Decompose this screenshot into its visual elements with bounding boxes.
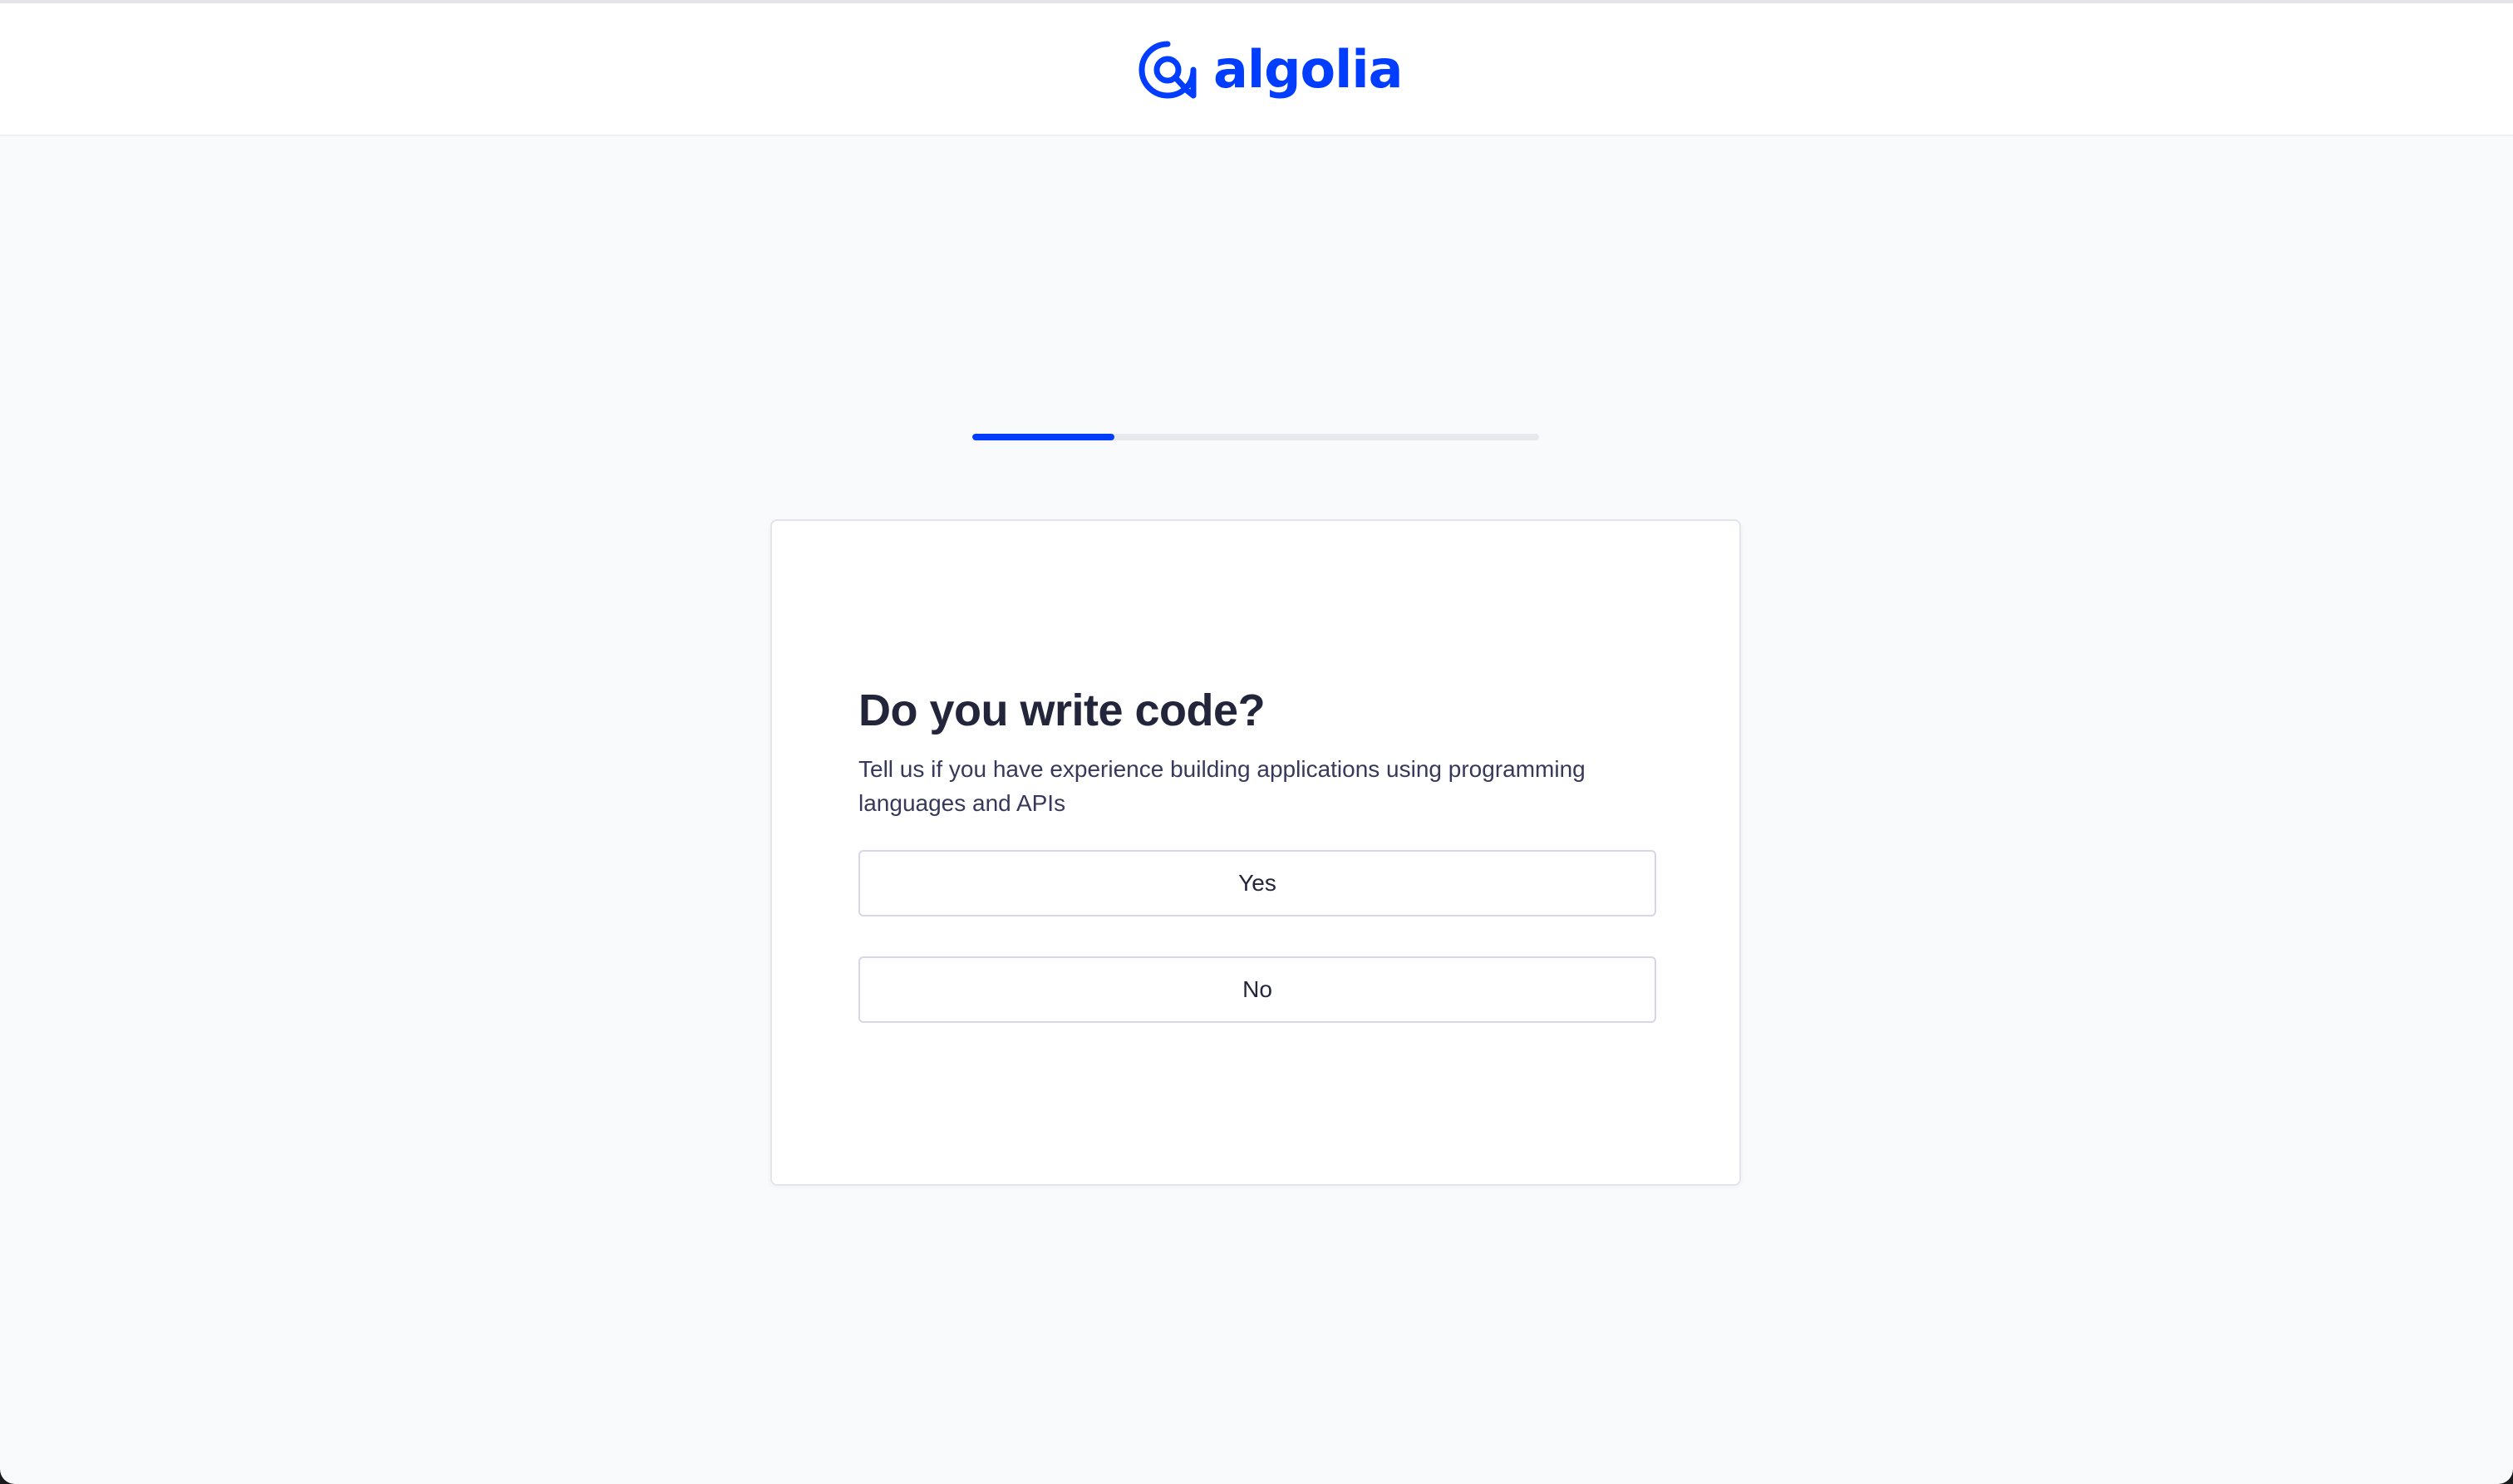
question-title: Do you write code? (858, 685, 1266, 735)
progress-bar (972, 434, 1539, 440)
algolia-logo-icon (1138, 41, 1197, 99)
progress-bar-fill (972, 434, 1114, 440)
browser-window: algolia Do you write code? Tell us if yo… (0, 0, 2513, 1484)
site-header: algolia (0, 3, 2513, 136)
question-card: Do you write code? Tell us if you have e… (770, 519, 1741, 1186)
yes-button[interactable]: Yes (858, 850, 1656, 916)
question-description: Tell us if you have experience building … (858, 756, 1586, 816)
algolia-logo[interactable]: algolia (1138, 38, 1403, 101)
logo-wordmark: algolia (1213, 39, 1403, 100)
no-button[interactable]: No (858, 956, 1656, 1023)
